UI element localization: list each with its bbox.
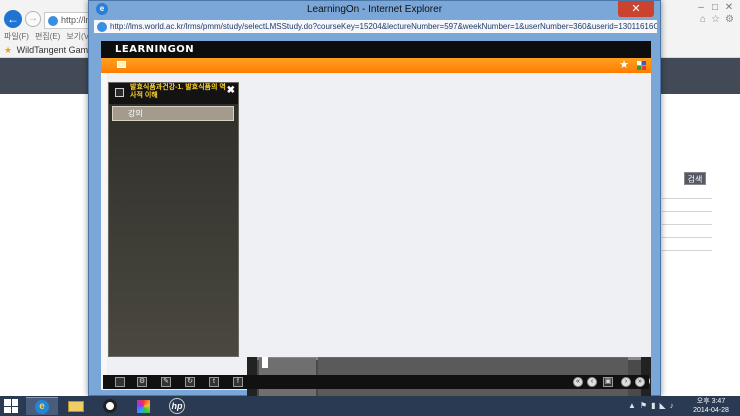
twitter-icon[interactable]: t xyxy=(209,377,219,387)
table-row xyxy=(662,212,712,225)
ie-icon xyxy=(48,16,58,26)
chapter-item-lecture[interactable]: 강의 xyxy=(112,106,234,121)
learningon-logo: LEARNINGON xyxy=(115,44,195,55)
fullscreen-icon[interactable]: ▣ xyxy=(603,377,613,387)
bottom-control-bar: ⚙ ✎ ↻ t f « ‹ ▣ › » xyxy=(103,375,649,389)
windows-taskbar: e hp ▲ ⚑ ▮ ◣ ♪ 오후 3:47 2014-04-28 xyxy=(0,396,740,416)
menu-toggle-icon[interactable] xyxy=(115,377,125,387)
back-button[interactable]: ← xyxy=(4,10,22,28)
chapter-panel-header: 발효식품과건강-1. 발효식품의 역사적 이해 ✖ xyxy=(109,83,238,104)
clock-date: 2014-04-28 xyxy=(693,407,729,414)
fast-forward-icon[interactable]: » xyxy=(635,377,645,387)
show-hidden-icons[interactable]: ▲ xyxy=(628,400,636,412)
chapter-panel: 발효식품과건강-1. 발효식품의 역사적 이해 ✖ 강의 xyxy=(108,82,239,357)
taskbar-clock[interactable]: 오후 3:47 2014-04-28 xyxy=(690,397,732,415)
learningon-header: LEARNINGON xyxy=(101,41,651,58)
hp-icon: hp xyxy=(169,398,185,414)
color-app-icon xyxy=(137,400,150,413)
background-menu-bar: 파일(F) 편집(E) 보기(V) xyxy=(0,31,92,43)
file-explorer-icon xyxy=(68,401,84,412)
learningon-body: 발효식품과건강-1. 발효식품의 역사적 이해 ✖ 강의 ‹ › xyxy=(101,73,651,407)
minimize-icon[interactable]: – xyxy=(694,2,708,13)
chapter-checkbox[interactable] xyxy=(115,88,124,97)
background-search-button[interactable]: 검색 xyxy=(684,172,706,185)
refresh-icon[interactable]: ↻ xyxy=(185,377,195,387)
taskbar-app-explorer[interactable] xyxy=(60,397,92,415)
media-player-icon xyxy=(103,399,117,413)
windows-start-icon[interactable] xyxy=(4,399,18,413)
taskbar-app-ie[interactable]: e xyxy=(26,397,58,415)
playhead-marker[interactable] xyxy=(262,357,268,368)
chapter-panel-close-icon[interactable]: ✖ xyxy=(227,85,235,96)
popup-address-bar: http://lms.world.ac.kr/lrms/pmm/study/se… xyxy=(93,19,658,34)
taskbar-app-media[interactable] xyxy=(94,397,126,415)
ie-icon xyxy=(97,22,107,32)
battery-icon[interactable]: ▮ xyxy=(651,400,655,412)
favorite-star-icon[interactable]: ★ xyxy=(619,58,629,73)
favorites-star-icon: ★ xyxy=(4,45,13,55)
home-icon[interactable]: ⌂ xyxy=(700,14,706,25)
menu-item-file[interactable]: 파일(F) xyxy=(4,31,29,43)
action-center-icon[interactable]: ⚑ xyxy=(640,400,647,412)
network-icon[interactable]: ◣ xyxy=(660,400,666,412)
table-row xyxy=(662,186,712,199)
folder-icon[interactable] xyxy=(117,61,126,68)
maximize-icon[interactable]: □ xyxy=(708,2,722,13)
popup-url-text: http://lms.world.ac.kr/lrms/pmm/study/se… xyxy=(110,22,657,31)
forward-button[interactable]: → xyxy=(25,11,41,27)
taskbar-app-hp[interactable]: hp xyxy=(162,397,194,415)
learningon-popup-window: e LearningOn - Internet Explorer ✕ http:… xyxy=(88,0,661,407)
table-row xyxy=(662,238,712,251)
popup-window-title: LearningOn - Internet Explorer xyxy=(306,4,443,15)
table-row xyxy=(662,225,712,238)
popup-close-button[interactable]: ✕ xyxy=(618,1,654,17)
background-tool-icons: ⌂ ☆ ⚙ xyxy=(700,14,734,25)
background-window-controls: – □ ✕ xyxy=(694,2,736,13)
left-margin xyxy=(101,73,107,390)
learningon-toolbar: ★ xyxy=(101,58,651,73)
ie-icon: e xyxy=(35,400,49,414)
menu-item-edit[interactable]: 편집(E) xyxy=(35,31,60,43)
facebook-icon[interactable]: f xyxy=(233,377,243,387)
favorites-icon[interactable]: ☆ xyxy=(711,14,720,25)
clock-time: 오후 3:47 xyxy=(696,398,726,405)
settings-icon[interactable]: ⚙ xyxy=(725,14,734,25)
close-icon[interactable]: ✕ xyxy=(722,2,736,13)
settings-icon[interactable]: ⚙ xyxy=(137,377,147,387)
learningon-content: LEARNINGON ★ 발효식품과건강-1. 발효식품의 역사적 이해 ✖ 강… xyxy=(101,41,651,407)
next-icon[interactable]: › xyxy=(621,377,631,387)
app-grid-icon[interactable] xyxy=(637,61,646,70)
table-row xyxy=(662,199,712,212)
background-table xyxy=(662,186,712,251)
edit-icon[interactable]: ✎ xyxy=(161,377,171,387)
rewind-icon[interactable]: « xyxy=(573,377,583,387)
previous-icon[interactable]: ‹ xyxy=(587,377,597,387)
chapter-title: 발효식품과건강-1. 발효식품의 역사적 이해 xyxy=(130,84,226,99)
volume-icon[interactable]: ♪ xyxy=(670,400,674,412)
taskbar-app-color[interactable] xyxy=(128,397,160,415)
system-tray: ▲ ⚑ ▮ ◣ ♪ xyxy=(628,400,674,412)
